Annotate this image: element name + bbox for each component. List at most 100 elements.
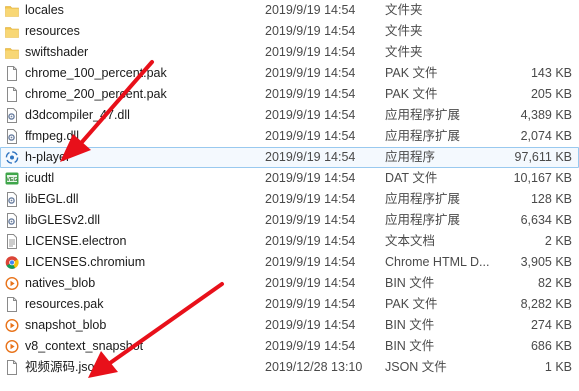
file-size: 686 KB	[530, 339, 572, 353]
file-row-chrome-100-percent[interactable]: chrome_100_percent.pak 2019/9/19 14:54 PAK…	[0, 63, 579, 84]
file-size: 205 KB	[530, 87, 572, 101]
file-date: 2019/9/19 14:54	[265, 3, 356, 17]
file-size: 97,611 KB	[514, 150, 572, 164]
file-size: 6,634 KB	[520, 213, 572, 227]
file-name: snapshot_blob	[25, 318, 107, 332]
file-type: PAK 文件	[385, 66, 438, 80]
file-icon	[5, 360, 19, 375]
file-type: BIN 文件	[385, 318, 435, 332]
dll-icon	[5, 129, 19, 144]
file-list: locales 2019/9/19 14:54 文件夹 resources 2019/…	[0, 0, 579, 378]
file-type: 文本文档	[385, 234, 436, 248]
file-date: 2019/9/19 14:54	[265, 318, 356, 332]
folder-icon	[5, 24, 19, 39]
bin-icon	[5, 318, 19, 333]
file-type: 应用程序扩展	[385, 213, 461, 227]
file-row-licenses-chromium[interactable]: LICENSES.chromium 2019/9/19 14:54 Chrome H…	[0, 252, 579, 273]
file-row-d3dcompiler[interactable]: d3dcompiler_47.dll 2019/9/19 14:54 应用程序扩展 4…	[0, 105, 579, 126]
file-row-snapshot-blob[interactable]: snapshot_blob 2019/9/19 14:54 BIN 文件 274 KB	[0, 315, 579, 336]
file-date: 2019/9/19 14:54	[265, 129, 356, 143]
file-size: 4,389 KB	[520, 108, 572, 122]
file-row-resources-pak[interactable]: resources.pak 2019/9/19 14:54 PAK 文件 8,282 …	[0, 294, 579, 315]
file-date: 2019/9/19 14:54	[265, 213, 356, 227]
file-row-v8-context-snapshot[interactable]: v8_context_snapshot 2019/9/19 14:54 BIN 文件…	[0, 336, 579, 357]
file-name: icudtl	[25, 171, 55, 185]
file-name: 视频源码.json	[25, 360, 102, 374]
file-name: chrome_200_percent.pak	[25, 87, 167, 101]
file-type: BIN 文件	[385, 339, 435, 353]
file-row-natives-blob[interactable]: natives_blob 2019/9/19 14:54 BIN 文件 82 KB	[0, 273, 579, 294]
file-name: h-player	[25, 150, 71, 164]
file-name: libEGL.dll	[25, 192, 79, 206]
file-type: 应用程序	[385, 150, 436, 164]
file-type: 文件夹	[385, 24, 423, 38]
file-date: 2019/9/19 14:54	[265, 255, 356, 269]
file-date: 2019/9/19 14:54	[265, 108, 356, 122]
file-date: 2019/9/19 14:54	[265, 297, 356, 311]
file-type: JSON 文件	[385, 360, 447, 374]
file-row-chrome-200-percent[interactable]: chrome_200_percent.pak 2019/9/19 14:54 PAK…	[0, 84, 579, 105]
file-type: DAT 文件	[385, 171, 438, 185]
file-row-license-electron[interactable]: LICENSE.electron 2019/9/19 14:54 文本文档 2 KB	[0, 231, 579, 252]
file-type: Chrome HTML D...	[385, 255, 490, 269]
file-size: 2 KB	[544, 234, 572, 248]
file-row-video-source-json[interactable]: 视频源码.json 2019/12/28 13:10 JSON 文件 1 KB	[0, 357, 579, 378]
file-size: 10,167 KB	[513, 171, 572, 185]
file-size: 3,905 KB	[520, 255, 572, 269]
file-name: d3dcompiler_47.dll	[25, 108, 130, 122]
file-date: 2019/9/19 14:54	[265, 66, 356, 80]
file-size: 274 KB	[530, 318, 572, 332]
file-date: 2019/9/19 14:54	[265, 339, 356, 353]
file-icon	[5, 87, 19, 102]
dll-icon	[5, 192, 19, 207]
file-date: 2019/9/19 14:54	[265, 24, 356, 38]
file-row-resources[interactable]: resources 2019/9/19 14:54 文件夹	[0, 21, 579, 42]
file-date: 2019/9/19 14:54	[265, 192, 356, 206]
file-type: PAK 文件	[385, 87, 438, 101]
file-date: 2019/9/19 14:54	[265, 45, 356, 59]
file-size: 143 KB	[530, 66, 572, 80]
folder-icon	[5, 3, 19, 18]
file-type: 文件夹	[385, 3, 423, 17]
file-type: 应用程序扩展	[385, 129, 461, 143]
app-icon	[5, 150, 19, 165]
file-type: 文件夹	[385, 45, 423, 59]
file-row-libegl[interactable]: libEGL.dll 2019/9/19 14:54 应用程序扩展 128 KB	[0, 189, 579, 210]
file-name: resources	[25, 24, 80, 38]
file-size: 2,074 KB	[520, 129, 572, 143]
file-size: 82 KB	[537, 276, 572, 290]
file-name: ffmpeg.dll	[25, 129, 79, 143]
file-row-locales[interactable]: locales 2019/9/19 14:54 文件夹	[0, 0, 579, 21]
dll-icon	[5, 213, 19, 228]
file-size: 1 KB	[544, 360, 572, 374]
file-name: chrome_100_percent.pak	[25, 66, 167, 80]
file-date: 2019/9/19 14:54	[265, 171, 356, 185]
file-name: swiftshader	[25, 45, 89, 59]
file-name: locales	[25, 3, 64, 17]
file-row-icudtl[interactable]: VEG icudtl 2019/9/19 14:54 DAT 文件 10,167 KB	[0, 168, 579, 189]
file-name: LICENSE.electron	[25, 234, 127, 248]
file-name: natives_blob	[25, 276, 96, 290]
file-size: 128 KB	[530, 192, 572, 206]
file-row-libglesv2[interactable]: libGLESv2.dll 2019/9/19 14:54 应用程序扩展 6,634 …	[0, 210, 579, 231]
file-type: 应用程序扩展	[385, 192, 461, 206]
file-date: 2019/9/19 14:54	[265, 87, 356, 101]
file-type: PAK 文件	[385, 297, 438, 311]
file-row-ffmpeg[interactable]: ffmpeg.dll 2019/9/19 14:54 应用程序扩展 2,074 KB	[0, 126, 579, 147]
file-row-swiftshader[interactable]: swiftshader 2019/9/19 14:54 文件夹	[0, 42, 579, 63]
file-name: v8_context_snapshot	[25, 339, 144, 353]
file-date: 2019/9/19 14:54	[265, 276, 356, 290]
file-date: 2019/12/28 13:10	[265, 360, 363, 374]
svg-text:VEG: VEG	[6, 177, 18, 183]
bin-icon	[5, 339, 19, 354]
file-row-h-player[interactable]: h-player 2019/9/19 14:54 应用程序 97,611 KB	[0, 147, 579, 168]
text-icon	[5, 234, 19, 249]
file-size: 8,282 KB	[520, 297, 572, 311]
folder-icon	[5, 45, 19, 60]
file-icon	[5, 66, 19, 81]
file-name: resources.pak	[25, 297, 104, 311]
file-date: 2019/9/19 14:54	[265, 150, 356, 164]
file-name: LICENSES.chromium	[25, 255, 146, 269]
dll-icon	[5, 108, 19, 123]
bin-icon	[5, 276, 19, 291]
